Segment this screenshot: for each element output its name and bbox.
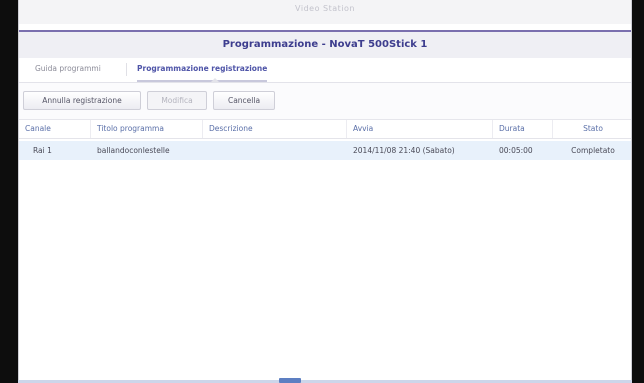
app-title-bar: Video Station [19,0,631,24]
tab-separator [126,63,127,76]
column-header-channel[interactable]: Canale [19,120,91,138]
taskbar-handle-icon[interactable] [279,378,301,383]
column-header-status[interactable]: Stato [553,120,633,138]
cell-status: Completato [571,146,615,155]
edit-button[interactable]: Modifica [147,91,207,110]
column-header-start[interactable]: Avvia [347,120,493,138]
active-tab-caret-icon [211,78,219,82]
tab-bar: Guida programmi Programmazione registraz… [19,58,631,83]
toolbar: Annulla registrazione Modifica Cancella [19,83,631,120]
column-header-description[interactable]: Descrizione [203,120,347,138]
column-header-duration[interactable]: Durata [493,120,553,138]
cell-duration: 00:05:00 [499,146,533,155]
app-window: Video Station Programmazione - NovaT 500… [18,0,632,383]
table-header: Canale Titolo programma Descrizione Avvi… [19,120,631,139]
delete-button[interactable]: Cancella [213,91,275,110]
dialog-title: Programmazione - NovaT 500Stick 1 [222,39,428,50]
table-row[interactable]: Rai 1 ballandoconlestelle 2014/11/08 21:… [19,141,631,160]
app-title: Video Station [295,4,355,13]
table-body: Rai 1 ballandoconlestelle 2014/11/08 21:… [19,139,631,383]
column-header-program-title[interactable]: Titolo programma [91,120,203,138]
cell-program-title: ballandoconlestelle [97,146,170,155]
dialog-header: Programmazione - NovaT 500Stick 1 [19,32,631,59]
cell-channel: Rai 1 [33,146,52,155]
tab-program-guide[interactable]: Guida programmi [35,58,101,82]
cell-description [203,141,347,160]
cell-start: 2014/11/08 21:40 (Sabato) [353,146,455,155]
cancel-recording-button[interactable]: Annulla registrazione [23,91,141,110]
tab-recording-schedule[interactable]: Programmazione registrazione [137,58,268,82]
